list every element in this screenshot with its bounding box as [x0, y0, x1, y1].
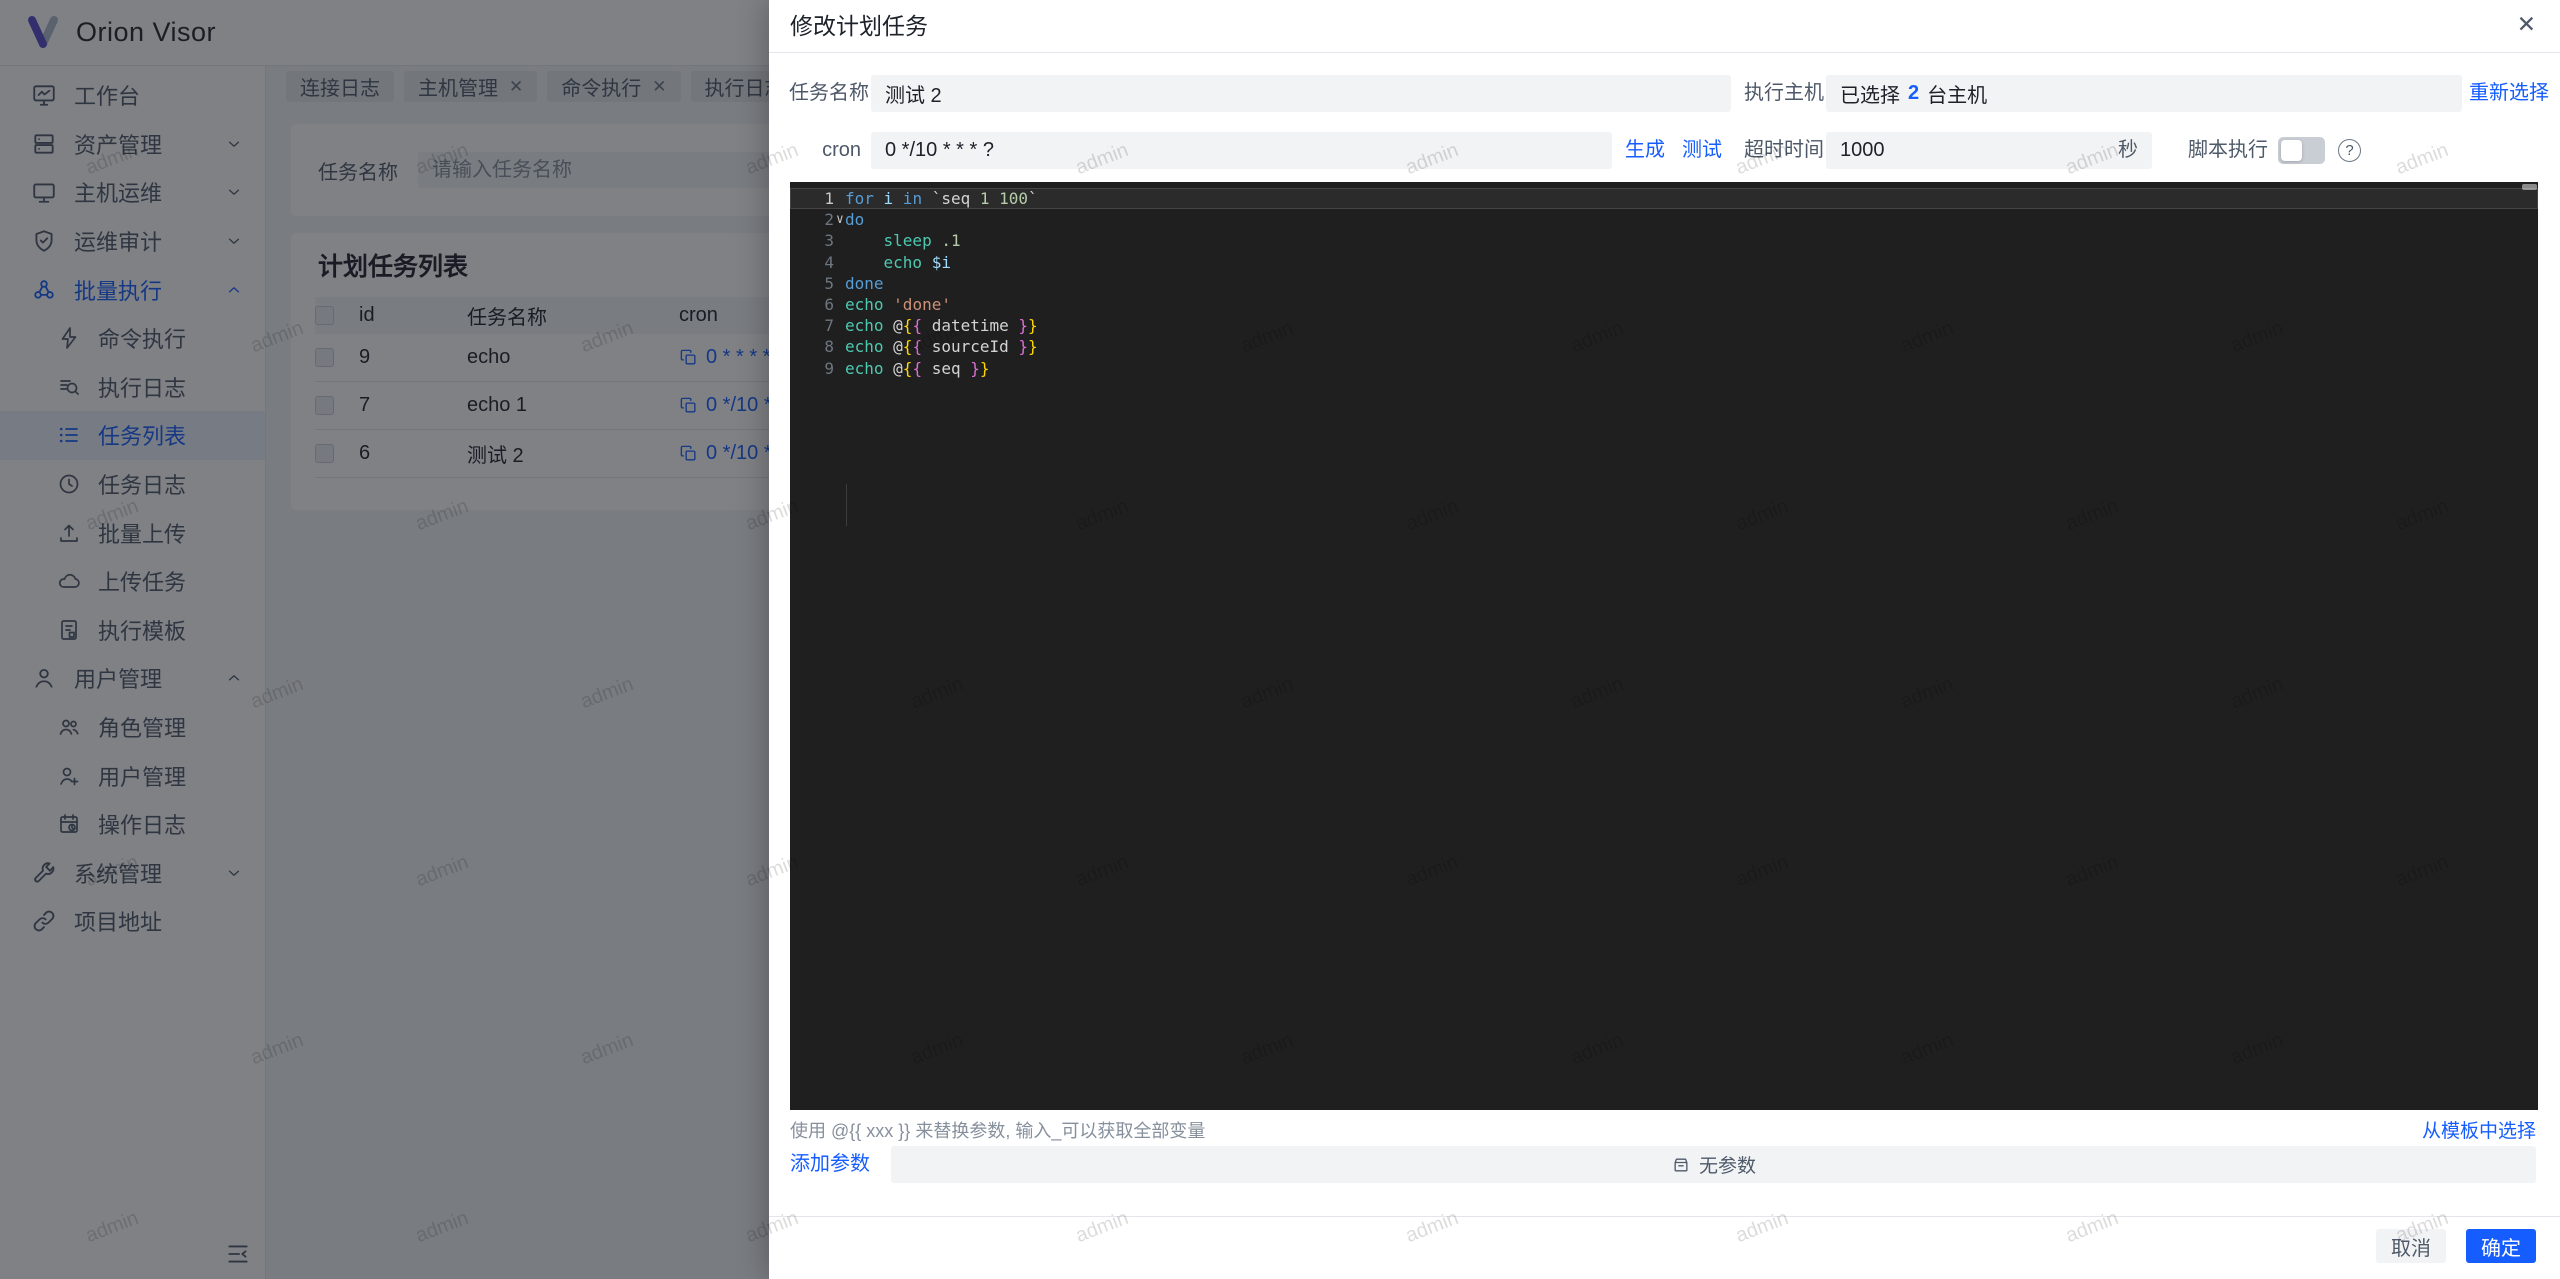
no-parameters-text: 无参数 — [1699, 1151, 1756, 1178]
empty-box-icon — [1671, 1155, 1691, 1175]
cron-label: cron — [789, 132, 861, 169]
help-icon[interactable]: ? — [2338, 139, 2361, 162]
code-line-9: 9 echo @{{ seq }} — [790, 358, 2538, 379]
code-text: for i in `seq 1 100` — [845, 188, 1038, 209]
toggle-knob — [2281, 140, 2302, 161]
line-number: 9 — [790, 358, 834, 379]
timeout-unit: 秒 — [2118, 132, 2138, 169]
code-text: sleep .1 — [845, 230, 961, 251]
code-line-3: 3 sleep .1 — [790, 230, 2538, 251]
indent-guide — [846, 484, 847, 526]
reselect-hosts-link[interactable]: 重新选择 — [2469, 75, 2549, 112]
selected-hosts-box[interactable]: 已选择 2 台主机 — [1826, 75, 2462, 112]
modal-header: 修改计划任务 ✕ — [769, 0, 2560, 53]
cron-test-link[interactable]: 测试 — [1682, 132, 1722, 169]
cron-generate-link[interactable]: 生成 — [1625, 132, 1665, 169]
close-icon[interactable]: ✕ — [2517, 13, 2536, 36]
code-line-7: 7 echo @{{ datetime }} — [790, 315, 2538, 336]
code-line-6: 6 echo 'done' — [790, 294, 2538, 315]
task-name-input[interactable] — [871, 75, 1731, 112]
parameters-row: 添加参数 无参数 — [790, 1146, 2536, 1183]
timeout-label: 超时时间 — [1744, 132, 1824, 169]
code-line-8: 8 echo @{{ sourceId }} — [790, 336, 2538, 357]
task-name-label: 任务名称 — [789, 75, 861, 112]
cron-input[interactable] — [871, 132, 1612, 169]
fold-chevron-icon[interactable]: ∨ — [836, 209, 844, 230]
line-number: 3 — [790, 230, 834, 251]
add-parameter-link[interactable]: 添加参数 — [790, 1146, 870, 1183]
code-line-5: 5 done — [790, 273, 2538, 294]
code-text: done — [845, 273, 884, 294]
code-text: echo 'done' — [845, 294, 951, 315]
modal-overlay-mask[interactable] — [0, 0, 769, 1279]
modal-title: 修改计划任务 — [790, 0, 928, 52]
line-number: 4 — [790, 252, 834, 273]
script-code-editor[interactable]: 1for i in `seq 1 100`2∨do3 sleep .14 ech… — [790, 182, 2538, 1110]
selected-hosts-suffix: 台主机 — [1927, 79, 1987, 108]
code-text: echo @{{ seq }} — [845, 358, 990, 379]
param-usage-hint: 使用 @{{ xxx }} 来替换参数, 输入_可以获取全部变量 — [790, 1117, 1205, 1143]
modal-footer: 取消 确定 — [769, 1216, 2560, 1279]
editor-hint-row: 使用 @{{ xxx }} 来替换参数, 输入_可以获取全部变量 从模板中选择 — [790, 1116, 2536, 1143]
code-line-4: 4 echo $i — [790, 252, 2538, 273]
code-text: do — [845, 209, 864, 230]
line-number: 6 — [790, 294, 834, 315]
timeout-input[interactable] — [1826, 132, 2152, 169]
line-number: 7 — [790, 315, 834, 336]
line-number: 5 — [790, 273, 834, 294]
select-from-template-link[interactable]: 从模板中选择 — [2422, 1116, 2536, 1143]
script-exec-toggle[interactable] — [2278, 137, 2325, 164]
confirm-button[interactable]: 确定 — [2466, 1229, 2536, 1263]
code-text: echo @{{ datetime }} — [845, 315, 1038, 336]
app-root: Orion Visor 工作台资产管理主机运维运维审计批量执行命令执行执行日志任… — [0, 0, 2560, 1279]
code-text: echo @{{ sourceId }} — [845, 336, 1038, 357]
cancel-button[interactable]: 取消 — [2376, 1229, 2446, 1263]
code-line-2: 2∨do — [790, 209, 2538, 230]
exec-host-label: 执行主机 — [1744, 75, 1824, 112]
edit-task-modal: 修改计划任务 ✕ 任务名称 执行主机 已选择 2 台主机 重新选择 cron 生… — [769, 0, 2560, 1279]
script-exec-label: 脚本执行 — [2188, 132, 2268, 169]
selected-hosts-prefix: 已选择 — [1840, 79, 1900, 108]
line-number: 1 — [790, 188, 834, 209]
code-text: echo $i — [845, 252, 951, 273]
no-parameters-box: 无参数 — [891, 1146, 2536, 1183]
code-line-1: 1 for i in `seq 1 100` — [790, 188, 2538, 209]
selected-hosts-count: 2 — [1908, 82, 1919, 105]
line-number: 8 — [790, 336, 834, 357]
line-number: 2 — [790, 209, 834, 230]
